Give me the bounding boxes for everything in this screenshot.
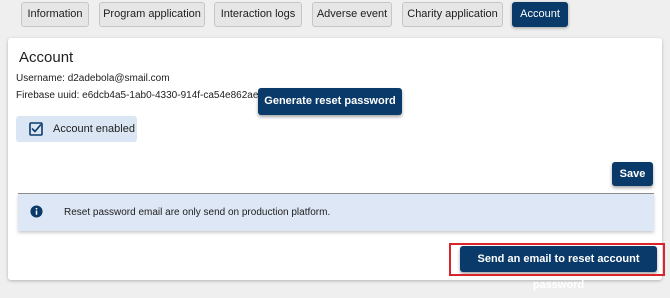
account-enabled-checkbox[interactable]: Account enabled (16, 116, 137, 142)
tab-information[interactable]: Information (21, 2, 89, 27)
account-enabled-label: Account enabled (53, 123, 135, 135)
username-label: Username: (16, 73, 65, 84)
tab-adverse-event[interactable]: Adverse event (312, 2, 392, 27)
highlight-box (449, 243, 665, 276)
username-value: d2adebola@smail.com (67, 73, 170, 84)
checkbox-checked-icon (29, 122, 43, 136)
tab-interaction-logs[interactable]: Interaction logs (214, 2, 302, 27)
firebase-label: Firebase uuid: (16, 90, 80, 101)
firebase-row: Firebase uuid: e6dcb4a5-1ab0-4330-914f-c… (16, 90, 270, 101)
username-row: Username: d2adebola@smail.com (16, 73, 170, 84)
tab-charity-application[interactable]: Charity application (402, 2, 503, 27)
page-title: Account (19, 49, 74, 66)
tab-bar: Information Program application Interact… (0, 0, 670, 32)
generate-reset-link-button[interactable]: Generate reset password link (258, 88, 402, 134)
tab-program-application[interactable]: Program application (99, 2, 205, 27)
alert-message: Reset password email are only send on pr… (64, 207, 331, 218)
tab-account[interactable]: Account (512, 2, 568, 27)
info-alert: Reset password email are only send on pr… (18, 193, 654, 231)
save-button[interactable]: Save (612, 162, 653, 186)
info-circle-icon (30, 205, 43, 218)
firebase-uuid-value: e6dcb4a5-1ab0-4330-914f-ca54e862ae68 (82, 90, 270, 101)
